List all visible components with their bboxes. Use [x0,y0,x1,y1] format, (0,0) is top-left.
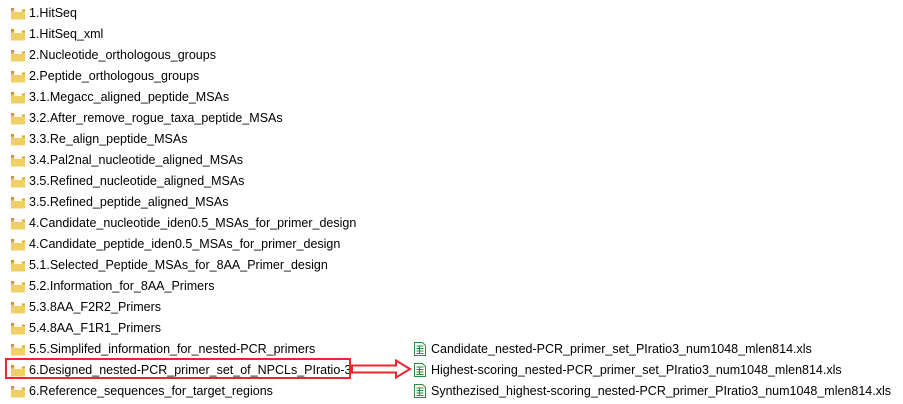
folder-label: 2.Peptide_orthologous_groups [29,68,200,83]
folder-icon [11,70,25,82]
folder-label: 1.HitSeq [29,5,77,20]
folder-item-2-peptide-orthologous-groups[interactable]: 2.Peptide_orthologous_groups [10,65,356,86]
file-list: Candidate_nested-PCR_primer_set_PIratio3… [412,338,891,401]
folder-icon [11,364,25,376]
excel-file-icon [414,383,426,398]
folder-icon [11,385,25,397]
folder-icon [11,175,25,187]
folder-icon [11,259,25,271]
folder-label: 5.3.8AA_F2R2_Primers [29,299,162,314]
folder-label: 3.3.Re_align_peptide_MSAs [29,131,188,146]
folder-label: 5.2.Information_for_8AA_Primers [29,278,215,293]
file-label: Candidate_nested-PCR_primer_set_PIratio3… [431,341,812,356]
folder-item-6-designed-nested-pcr[interactable]: 6.Designed_nested-PCR_primer_set_of_NPCL… [10,359,356,380]
folder-icon [11,343,25,355]
folder-label: 3.2.After_remove_rogue_taxa_peptide_MSAs [29,110,283,125]
folder-item-3-1-megacc-aligned[interactable]: 3.1.Megacc_aligned_peptide_MSAs [10,86,356,107]
right-arrow-icon [351,359,412,379]
folder-item-5-4-f1r1[interactable]: 5.4.8AA_F1R1_Primers [10,317,356,338]
folder-icon [11,301,25,313]
folder-list: 1.HitSeq 1.HitSeq_xml 2.Nucleotide_ortho… [10,2,356,401]
folder-label: 2.Nucleotide_orthologous_groups [29,47,216,62]
folder-item-3-3-re-align[interactable]: 3.3.Re_align_peptide_MSAs [10,128,356,149]
folder-icon [11,280,25,292]
folder-icon [11,28,25,40]
folder-label: 3.1.Megacc_aligned_peptide_MSAs [29,89,230,104]
folder-item-1-hitseq[interactable]: 1.HitSeq [10,2,356,23]
folder-icon [11,217,25,229]
folder-item-4-candidate-peptide[interactable]: 4.Candidate_peptide_iden0.5_MSAs_for_pri… [10,233,356,254]
folder-label: 4.Candidate_peptide_iden0.5_MSAs_for_pri… [29,236,341,251]
folder-item-1-hitseq-xml[interactable]: 1.HitSeq_xml [10,23,356,44]
folder-item-4-candidate-nucleotide[interactable]: 4.Candidate_nucleotide_iden0.5_MSAs_for_… [10,212,356,233]
folder-icon [11,7,25,19]
folder-label: 1.HitSeq_xml [29,26,104,41]
folder-item-5-2-information[interactable]: 5.2.Information_for_8AA_Primers [10,275,356,296]
folder-item-3-5-refined-nucleotide[interactable]: 3.5.Refined_nucleotide_aligned_MSAs [10,170,356,191]
file-item-candidate[interactable]: Candidate_nested-PCR_primer_set_PIratio3… [412,338,891,359]
folder-item-5-5-simplifed[interactable]: 5.5.Simplifed_information_for_nested-PCR… [10,338,356,359]
folder-label: 6.Reference_sequences_for_target_regions [29,383,273,398]
folder-icon [11,238,25,250]
folder-icon [11,322,25,334]
folder-icon [11,133,25,145]
folder-label: 3.4.Pal2nal_nucleotide_aligned_MSAs [29,152,244,167]
excel-file-icon [414,341,426,356]
folder-label: 3.5.Refined_peptide_aligned_MSAs [29,194,229,209]
folder-icon [11,112,25,124]
excel-file-icon [414,362,426,377]
folder-label: 5.4.8AA_F1R1_Primers [29,320,162,335]
file-item-synthezised[interactable]: Synthezised_highest-scoring_nested-PCR_p… [412,380,891,401]
folder-item-5-1-selected-peptide[interactable]: 5.1.Selected_Peptide_MSAs_for_8AA_Primer… [10,254,356,275]
folder-icon [11,196,25,208]
folder-label: 6.Designed_nested-PCR_primer_set_of_NPCL… [29,362,352,377]
folder-label: 3.5.Refined_nucleotide_aligned_MSAs [29,173,245,188]
folder-item-6-reference-sequences[interactable]: 6.Reference_sequences_for_target_regions [10,380,356,401]
folder-item-5-3-f2r2[interactable]: 5.3.8AA_F2R2_Primers [10,296,356,317]
file-label: Highest-scoring_nested-PCR_primer_set_PI… [431,362,842,377]
file-item-highest-scoring[interactable]: Highest-scoring_nested-PCR_primer_set_PI… [412,359,891,380]
folder-item-3-4-pal2nal[interactable]: 3.4.Pal2nal_nucleotide_aligned_MSAs [10,149,356,170]
folder-item-2-nucleotide-orthologous-groups[interactable]: 2.Nucleotide_orthologous_groups [10,44,356,65]
folder-item-3-2-after-remove-rogue[interactable]: 3.2.After_remove_rogue_taxa_peptide_MSAs [10,107,356,128]
folder-label: 5.5.Simplifed_information_for_nested-PCR… [29,341,316,356]
folder-icon [11,91,25,103]
folder-icon [11,154,25,166]
folder-label: 4.Candidate_nucleotide_iden0.5_MSAs_for_… [29,215,357,230]
folder-label: 5.1.Selected_Peptide_MSAs_for_8AA_Primer… [29,257,328,272]
folder-item-3-5-refined-peptide[interactable]: 3.5.Refined_peptide_aligned_MSAs [10,191,356,212]
file-label: Synthezised_highest-scoring_nested-PCR_p… [431,383,891,398]
folder-icon [11,49,25,61]
